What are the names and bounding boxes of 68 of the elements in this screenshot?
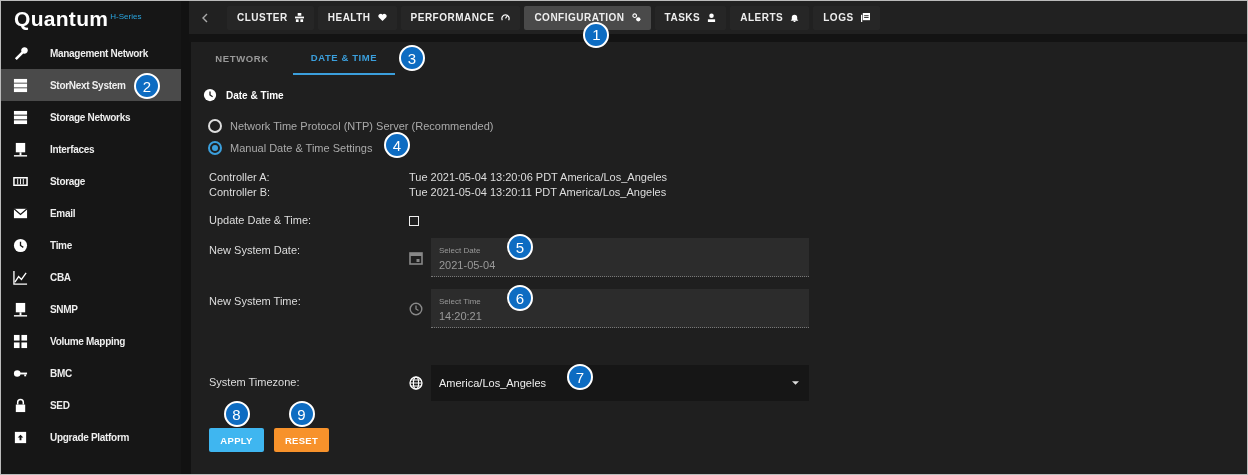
server-icon (13, 77, 28, 93)
nav-tab[interactable]: ALERTS (730, 5, 810, 30)
chart-icon (13, 269, 28, 285)
field-label: New System Time: (209, 294, 302, 309)
nav-tab[interactable]: CONFIGURATION (524, 5, 651, 30)
upload-icon (13, 429, 28, 445)
envelope-icon (13, 205, 28, 221)
monitor-icon (13, 141, 28, 157)
radio-label: Manual Date & Time Settings (230, 141, 373, 154)
gauge-icon (501, 13, 511, 22)
sidebar-item[interactable]: Interfaces (1, 133, 181, 165)
nav-tab[interactable]: TASKS (654, 5, 727, 30)
clock-icon (409, 301, 423, 316)
sidebar-item[interactable]: StorNext System 2 (1, 69, 181, 101)
sidebar-item[interactable]: Management Network (1, 37, 181, 69)
callout-marker: 6 (507, 285, 533, 311)
document-icon (860, 13, 870, 22)
sidebar-item[interactable]: SNMP (1, 293, 181, 325)
sidebar-item[interactable]: SED (1, 389, 181, 421)
controller-label: Controller A: (209, 170, 271, 185)
network-icon (294, 13, 304, 22)
callout-marker: 9 (288, 401, 315, 427)
nav-tab[interactable]: LOGS (813, 5, 880, 30)
heart-icon (377, 13, 387, 22)
callout-marker: 2 (134, 73, 160, 99)
person-icon (707, 13, 717, 22)
monitor-icon (13, 301, 28, 317)
field-label: System Timezone: (209, 375, 301, 390)
field-label: Update Date & Time: (209, 213, 313, 228)
sidebar-item[interactable]: CBA (1, 261, 181, 293)
controller-time: Tue 2021-05-04 13:20:11 PDT America/Los_Angeles (409, 185, 668, 200)
controller-time: Tue 2021-05-04 13:20:06 PDT America/Los_Angeles (409, 170, 669, 185)
globe-icon (409, 376, 423, 390)
calendar-icon (409, 250, 423, 265)
clock-icon (203, 88, 217, 102)
callout-marker: 5 (507, 234, 533, 260)
radio-button[interactable] (208, 140, 222, 155)
sidebar-item[interactable]: BMC (1, 357, 181, 389)
grid-icon (13, 333, 28, 349)
sidebar-item[interactable]: Time (1, 229, 181, 261)
section-title: Date & Time (226, 89, 284, 101)
caret-icon (792, 381, 799, 385)
checkbox[interactable] (409, 216, 419, 226)
callout-marker: 4 (384, 132, 410, 158)
bell-icon (790, 13, 800, 22)
sub-tab[interactable]: NETWORK (191, 42, 293, 75)
logo-suffix: H-Series (110, 12, 142, 21)
logo: Quantum (14, 9, 109, 29)
nav-tab[interactable]: PERFORMANCE (400, 5, 521, 30)
sub-tab[interactable]: DATE & TIME (293, 42, 395, 75)
sidebar-item[interactable]: Upgrade Platform (1, 421, 181, 453)
callout-marker: 8 (223, 401, 250, 427)
sidebar-item[interactable]: Storage (1, 165, 181, 197)
sidebar-item[interactable]: Volume Mapping (1, 325, 181, 357)
nav-tab[interactable]: CLUSTER (227, 5, 314, 30)
sidebar-item[interactable]: Email (1, 197, 181, 229)
lock-icon (13, 397, 28, 413)
nav-tab[interactable]: HEALTH (317, 5, 397, 30)
clock-icon (13, 237, 28, 253)
field-label: New System Date: (209, 243, 302, 258)
sidebar-item[interactable]: Storage Networks (1, 101, 181, 133)
server-icon (13, 109, 28, 125)
radio-label: Network Time Protocol (NTP) Server (Recommended) (230, 119, 494, 132)
callout-marker: 3 (399, 45, 425, 71)
controller-label: Controller B: (209, 185, 272, 200)
back-icon[interactable] (201, 12, 209, 23)
callout-marker: 7 (567, 364, 593, 390)
timezone-select[interactable]: America/Los_Angeles 7 (431, 365, 809, 401)
